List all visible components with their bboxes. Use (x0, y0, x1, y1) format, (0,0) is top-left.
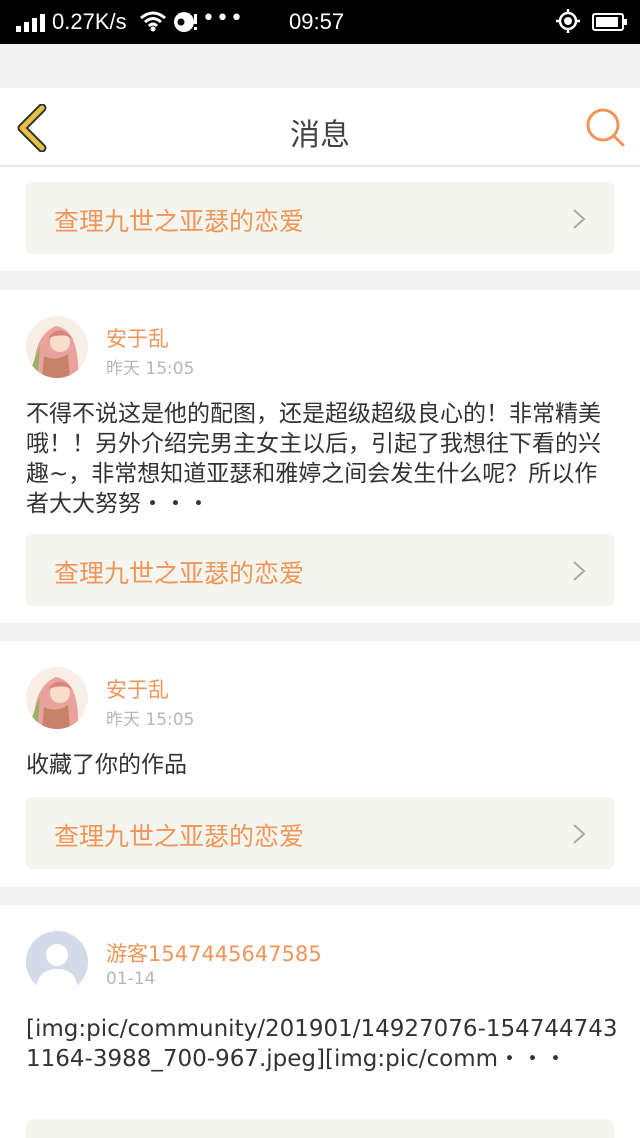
more-status-icon: ••• (202, 6, 244, 31)
anime-girl-avatar-icon (26, 667, 88, 729)
message-card: 查理九世之亚瑟的恋爱 (0, 167, 640, 271)
message-card: 游客1547445647585 01-14 [img:pic/community… (0, 905, 640, 1138)
battery-icon (592, 13, 627, 31)
default-user-avatar-icon (26, 931, 88, 993)
work-link[interactable]: 查理九世之亚瑟的恋爱 (26, 182, 614, 254)
nav-bar: 消息 (0, 88, 640, 166)
timestamp: 昨天 15:05 (106, 710, 195, 730)
work-title: 查理九世之亚瑟的恋爱 (54, 822, 305, 851)
chevron-right-icon (573, 561, 586, 581)
message-content: 收藏了你的作品 (26, 752, 187, 778)
work-title: 查理九世之亚瑟的恋爱 (54, 207, 305, 236)
timestamp: 昨天 15:05 (106, 359, 195, 379)
search-icon[interactable] (584, 106, 626, 148)
chevron-right-icon (573, 824, 586, 844)
timestamp: 01-14 (106, 969, 156, 989)
message-content: [img:pic/community/201901/14927076-15474… (26, 1016, 618, 1072)
work-title: 查理九世之亚瑟的恋爱 (54, 559, 305, 588)
work-link[interactable]: 查理九世之亚瑟的恋爱 (26, 534, 614, 606)
work-link[interactable] (26, 1119, 614, 1138)
message-card: 安于乱 昨天 15:05 不得不说这是他的配图，还是超级超级良心的！非常精美哦！… (0, 290, 640, 623)
avatar[interactable] (26, 667, 88, 729)
username[interactable]: 游客1547445647585 (106, 938, 322, 968)
message-card: 安于乱 昨天 15:05 收藏了你的作品 查理九世之亚瑟的恋爱 (0, 641, 640, 887)
anime-girl-avatar-icon (26, 316, 88, 378)
avatar[interactable] (26, 931, 88, 993)
wifi-icon (140, 11, 166, 32)
username[interactable]: 安于乱 (106, 674, 169, 704)
chevron-right-icon (573, 209, 586, 229)
username[interactable]: 安于乱 (106, 323, 169, 353)
network-speed: 0.27K/s (52, 9, 127, 34)
notification-icon (174, 12, 197, 32)
status-bar: 0.27K/s ••• 09:57 (0, 0, 640, 44)
location-icon (556, 9, 580, 33)
work-link[interactable]: 查理九世之亚瑟的恋爱 (26, 797, 614, 869)
signal-icon (16, 14, 46, 32)
message-content: 不得不说这是他的配图，还是超级超级良心的！非常精美哦！！另外介绍完男主女主以后，… (26, 401, 601, 517)
status-time: 09:57 (289, 9, 345, 34)
page-title: 消息 (290, 118, 350, 153)
avatar[interactable] (26, 316, 88, 378)
